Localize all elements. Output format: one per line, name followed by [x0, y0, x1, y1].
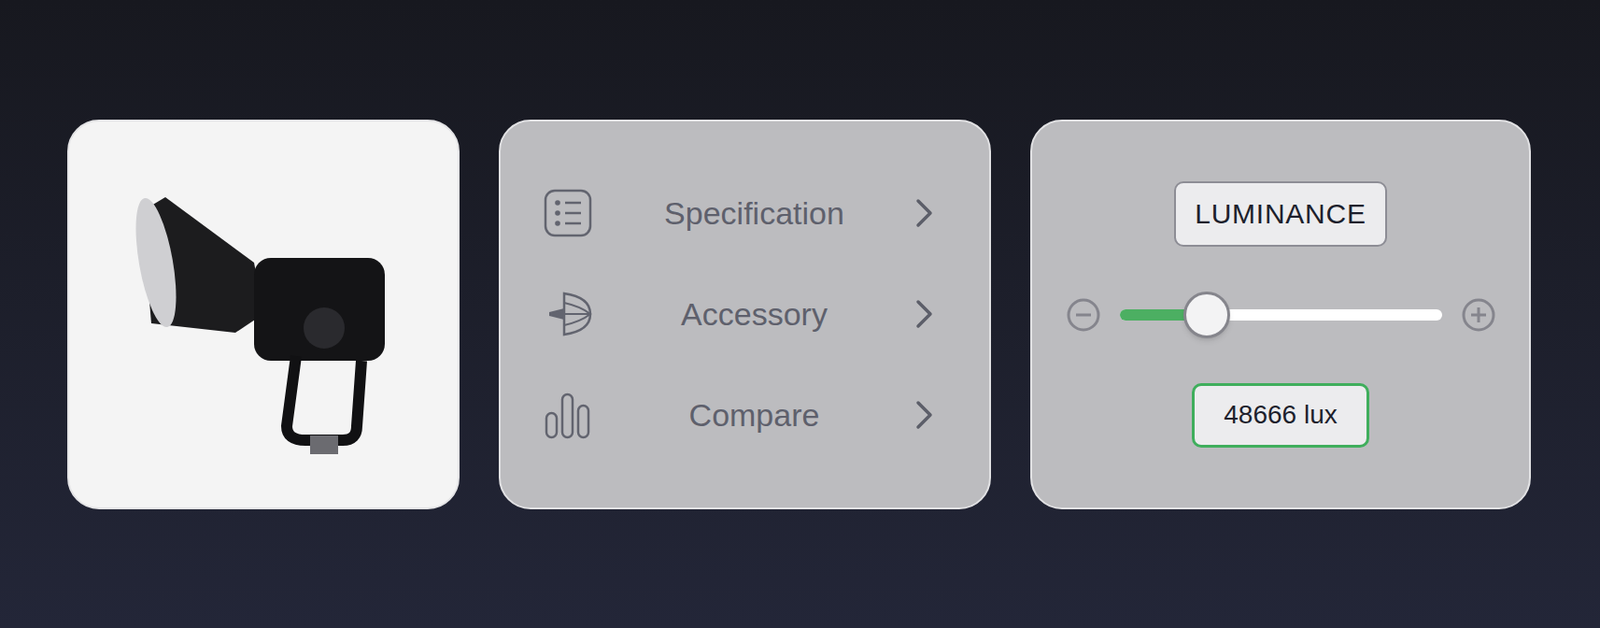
menu-item-icon [541, 188, 595, 238]
minus-icon[interactable] [1065, 297, 1102, 333]
slider-track[interactable] [1119, 309, 1443, 321]
luminance-reading: 48666 lux [1191, 382, 1370, 448]
product-card [67, 119, 460, 510]
list-icon [543, 188, 593, 238]
slider-thumb[interactable] [1183, 291, 1231, 339]
menu-card: Specification Accessory Compare [498, 119, 992, 510]
menu-item-label: Specification [594, 189, 915, 238]
chevron-icon-box [914, 197, 935, 229]
menu-item-icon [541, 390, 595, 439]
chart-icon [543, 390, 593, 439]
chevron-icon [914, 398, 935, 431]
menu-item-label: Compare [594, 391, 915, 439]
menu-item-label: Accessory [594, 290, 915, 339]
menu-item[interactable]: Accessory [541, 263, 935, 365]
menu-item[interactable]: Specification [541, 162, 935, 264]
light-photo-icon [123, 173, 404, 454]
menu-item-icon [541, 289, 595, 339]
product-photo [109, 159, 418, 468]
chevron-icon [914, 197, 935, 229]
menu-item[interactable]: Compare [541, 364, 935, 466]
luminance-card: LUMINANCE 48666 lux [1030, 119, 1531, 510]
dashboard: Specification Accessory Compare LUMINANCE … [0, 0, 1600, 628]
menu-list: Specification Accessory Compare [541, 162, 935, 466]
chevron-icon [914, 297, 935, 330]
chevron-icon-box [914, 398, 935, 431]
slider-row [1065, 297, 1497, 333]
luminance-button[interactable]: LUMINANCE [1174, 181, 1387, 247]
reflector-icon [543, 289, 593, 339]
plus-icon[interactable] [1460, 297, 1497, 333]
chevron-icon-box [914, 297, 935, 330]
